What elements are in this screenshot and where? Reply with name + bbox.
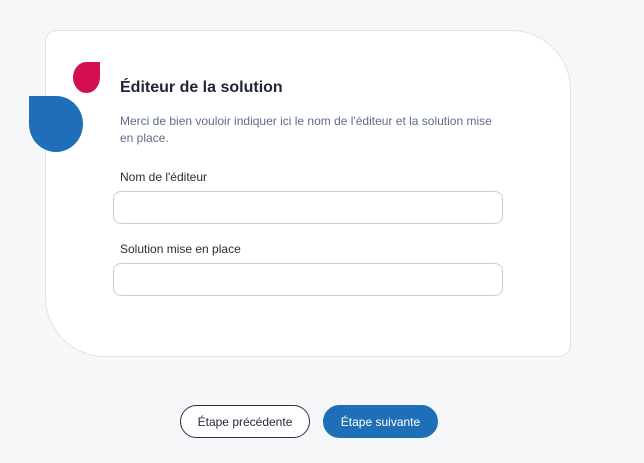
editor-name-input[interactable] xyxy=(113,191,503,224)
red-drop-icon xyxy=(73,62,100,93)
solution-label: Solution mise en place xyxy=(120,242,241,256)
form-description: Merci de bien vouloir indiquer ici le no… xyxy=(120,114,492,145)
solution-input[interactable] xyxy=(113,263,503,296)
blue-drop-icon xyxy=(29,96,83,152)
next-step-button[interactable]: Étape suivante xyxy=(323,405,438,438)
previous-step-button[interactable]: Étape précédente xyxy=(180,405,310,438)
editor-name-label: Nom de l'éditeur xyxy=(120,170,207,184)
form-title: Éditeur de la solution xyxy=(120,79,283,96)
